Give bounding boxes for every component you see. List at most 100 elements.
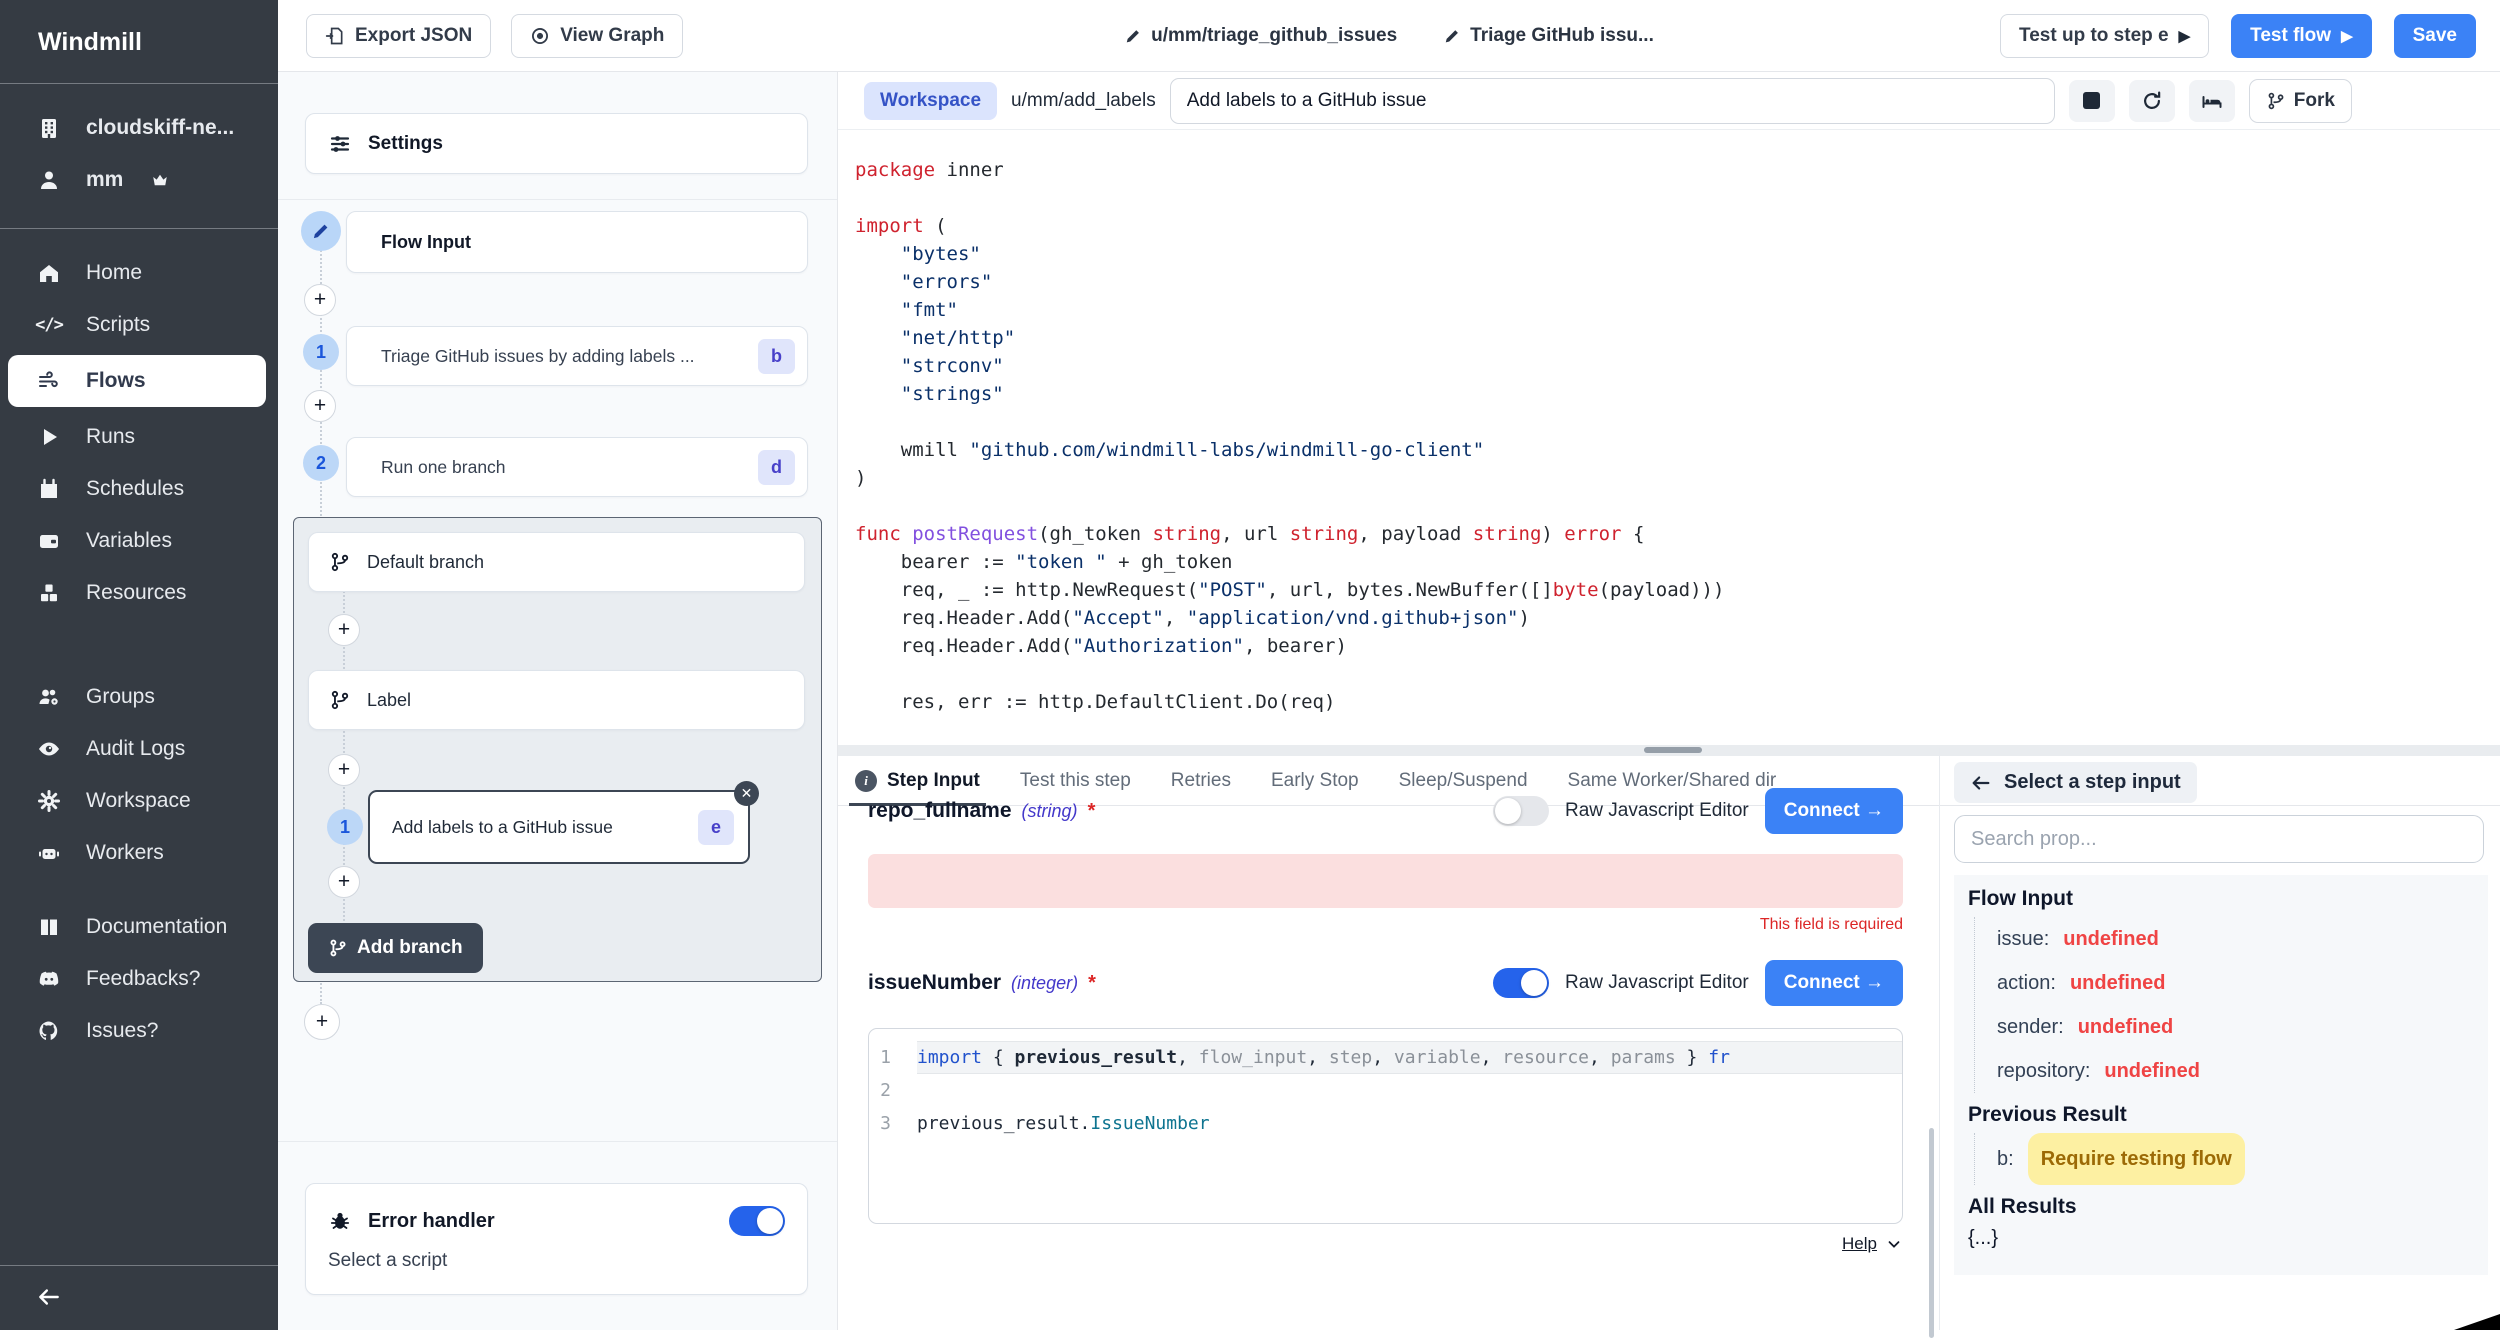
sidebar-item-label: Issues? [86,1019,158,1043]
flow-input-edit-icon[interactable] [301,211,341,251]
sidebar-item-resources[interactable]: Resources [0,567,278,619]
add-branch-button[interactable]: Add branch [308,923,483,973]
select-step-input-button[interactable]: Select a step input [1954,762,2197,803]
robot-icon [36,840,62,866]
section-title: Previous Result [1968,1103,2474,1127]
add-step-button[interactable]: + [304,390,336,422]
flow-step-2[interactable]: Run one branch d [346,437,808,497]
save-button[interactable]: Save [2394,14,2476,58]
flow-name-edit[interactable]: Triage GitHub issu... [1443,25,1654,47]
code-line: ) [855,464,2500,492]
raw-js-toggle[interactable] [1493,796,1549,826]
error-handler-script[interactable]: Select a script [328,1250,447,1272]
selected-step-node[interactable]: Add labels to a GitHub issue e ✕ [368,790,750,864]
test-flow-button[interactable]: Test flow ▶ [2231,14,2371,58]
repo-fullname-input[interactable] [868,854,1903,908]
sidebar-item-flows[interactable]: Flows [8,355,266,407]
error-handler-toggle[interactable] [729,1206,785,1236]
delete-step-button[interactable]: ✕ [734,781,759,806]
default-branch-node[interactable]: Default branch [308,532,805,592]
add-step-button[interactable]: + [328,754,360,786]
flow-input-node[interactable]: Flow Input [346,211,808,273]
add-step-button[interactable]: + [328,614,360,646]
previous-result-props: b: Require testing flow [1974,1133,2474,1185]
sidebar-item-feedbacks[interactable]: Feedbacks? [0,953,278,1005]
flow-settings-button[interactable]: Settings [305,113,808,174]
sidebar-item-issues[interactable]: Issues? [0,1005,278,1057]
sidebar-item-variables[interactable]: Variables [0,515,278,567]
divider [278,1141,837,1142]
prop-row[interactable]: sender:undefined [1997,1005,2474,1049]
code-line: 3previous_result.IssueNumber [869,1107,1902,1140]
add-step-button[interactable]: + [328,866,360,898]
sidebar-item-schedules[interactable]: Schedules [0,463,278,515]
flow-step-1[interactable]: Triage GitHub issues by adding labels ..… [346,326,808,386]
git-branch-icon [329,551,351,573]
sidebar-item-label: Schedules [86,477,184,501]
vertical-scrollbar[interactable] [1929,1128,1934,1338]
step-number-badge: 2 [303,445,339,481]
search-prop-input[interactable] [1954,815,2484,863]
step-number-badge: 1 [303,334,339,370]
refresh-icon [2141,90,2163,112]
sleep-button[interactable] [2189,80,2235,122]
code-line: 2 [869,1074,1902,1107]
connect-button[interactable]: Connect → [1765,960,1903,1006]
flow-path-edit[interactable]: u/mm/triage_github_issues [1124,25,1397,47]
raw-js-label: Raw Javascript Editor [1565,800,1749,822]
help-link[interactable]: Help [868,1234,1903,1254]
sidebar-item-label: Flows [86,369,146,393]
sidebar-item-runs[interactable]: Runs [0,411,278,463]
code-editor[interactable]: package inner import ( "bytes" "errors" … [838,130,2500,745]
bug-icon [328,1209,352,1233]
connect-button[interactable]: Connect → [1765,788,1903,834]
sidebar-item-label: Resources [86,581,186,605]
sidebar-item-documentation[interactable]: Documentation [0,901,278,953]
sidebar-item-workers[interactable]: Workers [0,827,278,879]
sidebar-item-audit-logs[interactable]: Audit Logs [0,723,278,775]
branch-label-node[interactable]: Label [308,670,805,730]
user-menu[interactable]: mm [0,154,278,206]
app-logo: Windmill [0,0,278,83]
restart-button[interactable] [2129,80,2175,122]
sidebar-item-label: Runs [86,425,135,449]
sidebar-item-workspace[interactable]: Workspace [0,775,278,827]
sidebar-item-scripts[interactable]: </> Scripts [0,299,278,351]
code-line: req.Header.Add("Authorization", bearer) [855,632,2500,660]
code-line: "strings" [855,380,2500,408]
view-graph-button[interactable]: View Graph [511,14,683,58]
error-handler-card[interactable]: Error handler Select a script [305,1183,808,1295]
calendar-icon [36,476,62,502]
workspace-selector[interactable]: cloudskiff-ne... [0,102,278,154]
add-step-button[interactable]: + [304,284,336,316]
sidebar-item-home[interactable]: Home [0,247,278,299]
code-line [855,492,2500,520]
add-step-button[interactable]: + [304,1004,340,1040]
prop-row[interactable]: b: Require testing flow [1997,1133,2474,1185]
sidebar-collapse[interactable] [0,1265,278,1330]
gear-icon [36,788,62,814]
required-asterisk: * [1088,800,1096,823]
step-id-badge: b [758,339,795,374]
raw-js-toggle[interactable] [1493,968,1549,998]
field-type: (integer) [1011,973,1078,994]
code-icon: </> [36,312,62,338]
sidebar-item-groups[interactable]: Groups [0,671,278,723]
issue-number-expression-editor[interactable]: 1import { previous_result, flow_input, s… [868,1028,1903,1224]
workspace-name: cloudskiff-ne... [86,116,234,140]
pencil-icon [1443,27,1461,45]
prop-row[interactable]: action:undefined [1997,961,2474,1005]
stop-button[interactable] [2069,80,2115,122]
workspace-badge[interactable]: Workspace [864,82,997,120]
all-results-value[interactable]: {...} [1968,1227,2474,1250]
pencil-icon [1124,27,1142,45]
code-line: "bytes" [855,240,2500,268]
sidebar-item-label: Scripts [86,313,150,337]
prop-row[interactable]: issue:undefined [1997,917,2474,961]
mouse-cursor [2454,1314,2500,1330]
script-summary-input[interactable] [1170,78,2055,124]
fork-button[interactable]: Fork [2249,79,2352,123]
test-up-to-step-button[interactable]: Test up to step e ▶ [2000,14,2209,58]
prop-row[interactable]: repository:undefined [1997,1049,2474,1093]
export-json-button[interactable]: Export JSON [306,14,491,58]
